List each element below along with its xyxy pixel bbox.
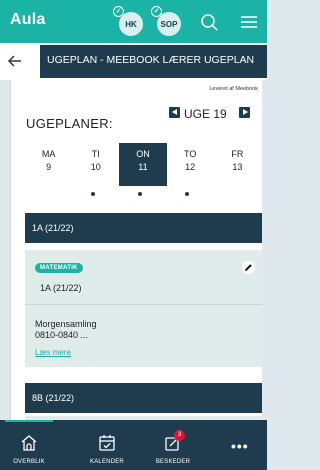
- top-bar: Aula ✓ HK ✓ SOP: [0, 0, 267, 43]
- nav-label: BESKEDER: [155, 459, 191, 465]
- day-name: FR: [231, 149, 244, 159]
- check-icon: ✓: [113, 6, 124, 17]
- day-name: TO: [183, 149, 197, 159]
- previous-week-button[interactable]: [169, 107, 180, 118]
- home-icon: [21, 435, 37, 451]
- pencil-icon[interactable]: [242, 261, 255, 274]
- day-date: 10: [90, 162, 101, 172]
- card-title: Morgensamling: [35, 319, 97, 329]
- bottom-navigation: OVERBLIK KALENDER 3 BESKEDER •••: [0, 420, 267, 470]
- day-indicator-dot: [138, 192, 142, 196]
- more-icon[interactable]: •••: [231, 438, 249, 454]
- card-time: 0810-0840 ...: [35, 330, 89, 340]
- day-tuesday[interactable]: TI 10: [72, 143, 119, 186]
- next-week-button[interactable]: [239, 107, 250, 118]
- day-date: 11: [138, 162, 148, 172]
- weekplan-content: Leveret af Meebook UGEPLANER: UGE 19 MA …: [10, 80, 262, 420]
- nav-label: OVERBLIK: [13, 459, 45, 465]
- subject-badge: MATEMATIK: [35, 263, 83, 273]
- arrow-left-icon[interactable]: [7, 53, 23, 69]
- day-date: 12: [185, 162, 196, 172]
- profile-avatar-hk[interactable]: ✓ HK: [113, 6, 143, 36]
- menu-icon[interactable]: [239, 12, 259, 32]
- search-icon[interactable]: [199, 12, 219, 32]
- profile-avatar-sop[interactable]: ✓ SOP: [151, 6, 181, 36]
- day-name: ON: [136, 149, 150, 159]
- day-date: 13: [232, 162, 243, 172]
- card-class: 1A (21/22): [40, 283, 82, 293]
- day-wednesday[interactable]: ON 11: [119, 143, 167, 186]
- nav-beskeder[interactable]: 3 BESKEDER: [148, 420, 198, 470]
- day-name: TI: [91, 149, 100, 159]
- unread-badge: 3: [174, 430, 185, 441]
- group-header[interactable]: 8B (21/22): [25, 383, 262, 413]
- read-more-link[interactable]: Læs mere: [35, 348, 71, 357]
- week-label: UGE 19: [184, 107, 227, 121]
- provider-label: Leveret af Meebook: [209, 86, 258, 92]
- group-header[interactable]: 1A (21/22): [25, 213, 262, 243]
- app-logo[interactable]: Aula: [10, 11, 45, 29]
- calendar-icon: [99, 435, 115, 451]
- page-title: UGEPLAN - MEEBOOK LÆRER UGEPLAN: [47, 54, 255, 66]
- day-indicator-dot: [91, 192, 95, 196]
- day-monday[interactable]: MA 9: [25, 143, 72, 186]
- day-indicator-dot: [185, 192, 189, 196]
- day-date: 9: [46, 162, 52, 172]
- nav-label: KALENDER: [90, 459, 124, 465]
- nav-kalender[interactable]: KALENDER: [82, 420, 132, 470]
- weekplan-card[interactable]: MATEMATIK 1A (21/22) Morgensamling 0810-…: [25, 250, 262, 367]
- day-thursday[interactable]: TO 12: [167, 143, 214, 186]
- avatar-initials: SOP: [160, 19, 178, 29]
- avatar-initials: HK: [125, 19, 137, 29]
- day-friday[interactable]: FR 13: [214, 143, 261, 186]
- nav-overblik[interactable]: OVERBLIK: [5, 420, 53, 470]
- day-selector: MA 9 TI 10 ON 11 TO 12 FR 13: [25, 143, 261, 186]
- day-name: MA: [41, 149, 56, 159]
- check-icon: ✓: [151, 6, 162, 17]
- page-title-bar: UGEPLAN - MEEBOOK LÆRER UGEPLAN: [0, 43, 267, 80]
- divider: [25, 304, 262, 305]
- section-title: UGEPLANER:: [26, 116, 113, 131]
